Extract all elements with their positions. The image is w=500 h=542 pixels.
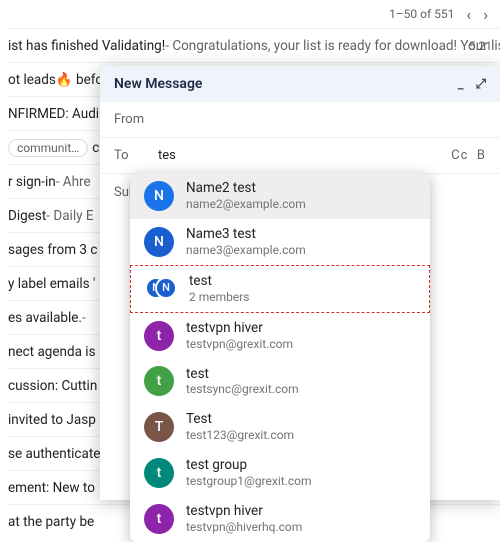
cc-toggle[interactable]: Cc B [451, 148, 486, 163]
chevron-left-icon[interactable]: ‹ [466, 5, 471, 24]
suggestion-text: test grouptestgroup1@grexit.com [186, 457, 311, 489]
suggestion-name: Name2 test [186, 180, 306, 197]
suggestion-subtext: test123@grexit.com [186, 428, 294, 443]
avatar-icon: t [144, 504, 174, 534]
avatar-icon: N [144, 227, 174, 257]
suggestion-item[interactable]: T Testtest123@grexit.com [130, 404, 430, 450]
suggestion-subtext: testvpn@grexit.com [186, 337, 293, 352]
avatar-icon: t [144, 366, 174, 396]
mail-subject: Digest [8, 208, 46, 224]
mail-preview: - [82, 310, 86, 326]
from-label: From [114, 112, 148, 127]
suggestion-item[interactable]: t testvpn hivertestvpn@grexit.com [130, 313, 430, 359]
mail-time: 5:21 [469, 39, 492, 53]
suggestion-text: testtestsync@grexit.com [186, 366, 299, 398]
compose-header[interactable]: New Message _ ⤢ [100, 66, 500, 102]
chevron-right-icon[interactable]: › [483, 5, 488, 24]
suggestion-item[interactable]: N Name3 testname3@example.com [130, 219, 430, 265]
suggestion-text: Name3 testname3@example.com [186, 226, 306, 258]
mail-preview: - Daily E [46, 208, 93, 224]
suggestion-text: test2 members [189, 273, 250, 305]
suggestion-item[interactable]: NN test2 members [130, 265, 430, 313]
mail-subject: NFIRMED: Audi [8, 106, 99, 122]
suggestion-name: test [189, 273, 250, 290]
compose-title: New Message [114, 76, 202, 92]
suggestion-name: Test [186, 411, 294, 428]
suggestion-subtext: testsync@grexit.com [186, 382, 299, 397]
group-avatar-icon: NN [145, 274, 177, 304]
suggestion-subtext: 2 members [189, 290, 250, 305]
suggestion-subtext: name3@example.com [186, 243, 306, 258]
minimize-icon[interactable]: _ [458, 77, 464, 92]
suggestion-subtext: testgroup1@grexit.com [186, 474, 311, 489]
suggestion-name: test group [186, 457, 311, 474]
contact-suggestions: NName2 testname2@example.comNName3 testn… [130, 173, 430, 542]
mail-subject: invited to Jasp [8, 412, 96, 428]
suggestion-name: testvpn hiver [186, 503, 302, 520]
mail-subject: y label emails ' [8, 276, 95, 292]
suggestion-name: testvpn hiver [186, 320, 293, 337]
mail-subject: ist has finished Validating! [8, 38, 165, 54]
to-input[interactable]: tes [158, 148, 441, 163]
mail-subject: r sign-in [8, 174, 56, 190]
suggestion-text: testvpn hivertestvpn@hiverhq.com [186, 503, 302, 535]
suggestion-item[interactable]: t testvpn hivertestvpn@hiverhq.com [130, 496, 430, 542]
paginator: 1–50 of 551 ‹ › [8, 0, 500, 28]
suggestion-text: Name2 testname2@example.com [186, 180, 306, 212]
from-row[interactable]: From [100, 102, 500, 138]
avatar-icon: T [144, 412, 174, 442]
label-pill[interactable]: communit… [8, 139, 88, 157]
mail-subject: es available. [8, 310, 82, 326]
suggestion-item[interactable]: ttesttestsync@grexit.com [130, 359, 430, 405]
mail-subject: ement: New to [8, 480, 95, 496]
expand-icon[interactable]: ⤢ [476, 77, 486, 92]
mail-preview: - Ahre [56, 174, 91, 190]
suggestion-name: Name3 test [186, 226, 306, 243]
to-label: To [114, 148, 148, 163]
avatar-icon: t [144, 458, 174, 488]
avatar-icon: t [144, 321, 174, 351]
suggestion-subtext: testvpn@hiverhq.com [186, 520, 302, 535]
mail-subject: se authenticate [8, 446, 100, 462]
mail-subject: nect agenda is [8, 344, 96, 360]
mail-preview: - Congratulations, your list is ready fo… [165, 38, 500, 54]
mail-row[interactable]: ist has finished Validating! - Congratul… [8, 28, 500, 62]
suggestion-text: testvpn hivertestvpn@grexit.com [186, 320, 293, 352]
to-row[interactable]: To tes Cc B [100, 138, 500, 174]
suggestion-subtext: name2@example.com [186, 197, 306, 212]
suggestion-name: test [186, 366, 299, 383]
suggestion-item[interactable]: t test grouptestgroup1@grexit.com [130, 450, 430, 496]
suggestion-text: Testtest123@grexit.com [186, 411, 294, 443]
avatar-icon: N [144, 181, 174, 211]
page-range: 1–50 of 551 [389, 7, 454, 21]
mail-subject: cussion: Cuttin [8, 378, 97, 394]
suggestion-item[interactable]: N Name2 testname2@example.com [130, 173, 430, 219]
mail-subject: at the party be [8, 514, 94, 530]
mail-subject: sages from 3 c [8, 242, 97, 258]
